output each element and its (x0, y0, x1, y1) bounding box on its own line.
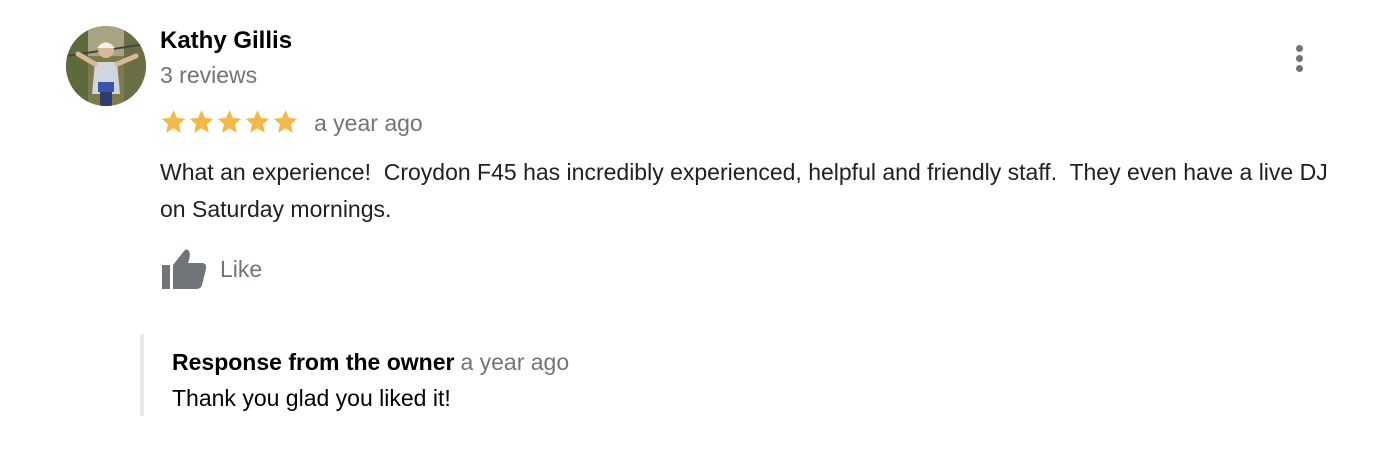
more-vert-icon-dot (1296, 55, 1303, 62)
author-name[interactable]: Kathy Gillis (160, 27, 292, 55)
owner-response-date: a year ago (460, 349, 570, 375)
like-label: Like (220, 255, 263, 282)
review-card: Kathy Gillis 3 reviews a year ago What a… (0, 0, 1380, 452)
owner-response-text: Thank you glad you liked it! (172, 385, 451, 411)
star-icon (217, 110, 242, 133)
like-button[interactable]: Like (160, 247, 262, 291)
owner-response: Response from the owner a year ago Thank … (140, 334, 1324, 416)
more-vert-icon (1296, 45, 1303, 52)
thumbs-up-icon (162, 249, 207, 289)
owner-response-header: Response from the owner a year ago (172, 348, 569, 376)
more-vert-icon-dot (1296, 65, 1303, 72)
author-review-count: 3 reviews (160, 62, 258, 88)
star-icon (161, 110, 186, 133)
owner-response-title: Response from the owner (172, 349, 455, 375)
more-options-button[interactable] (1284, 38, 1316, 78)
star-icon (245, 110, 270, 133)
star-rating (160, 107, 299, 139)
review-date: a year ago (314, 110, 423, 136)
author-avatar[interactable] (66, 26, 146, 106)
avatar-photo-icon (66, 26, 146, 106)
star-icon (189, 110, 214, 133)
star-icon (273, 110, 298, 133)
review-text: What an experience! Croydon F45 has incr… (160, 159, 1335, 222)
